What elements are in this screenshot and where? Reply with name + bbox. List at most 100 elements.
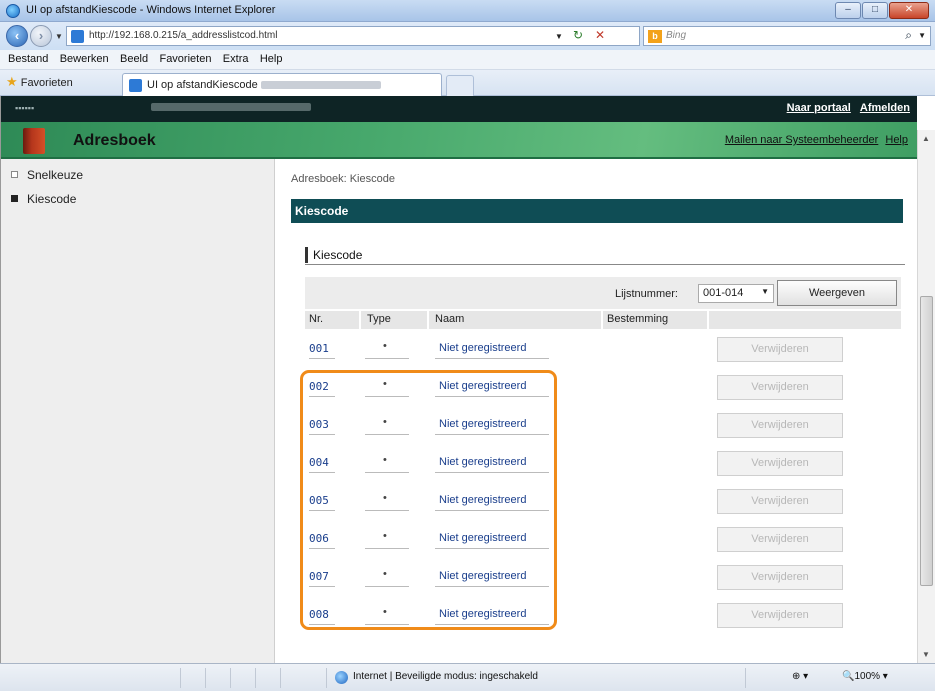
help-link[interactable]: Help bbox=[885, 134, 908, 146]
delete-button[interactable]: Verwijderen bbox=[717, 375, 843, 400]
delete-button[interactable]: Verwijderen bbox=[717, 451, 843, 476]
window-title: UI op afstandKiescode - Windows Internet… bbox=[26, 4, 276, 16]
row-type: • bbox=[383, 568, 387, 580]
forward-button[interactable]: › bbox=[30, 25, 52, 47]
address-toolbar: ‹ › ▼ http://192.168.0.215/a_addresslist… bbox=[0, 22, 935, 50]
row-name-link[interactable]: Niet geregistreerd bbox=[439, 380, 526, 392]
tab-site-icon bbox=[129, 79, 142, 92]
menu-beeld[interactable]: Beeld bbox=[116, 50, 152, 68]
list-number-select[interactable]: 001-014 ▼ bbox=[698, 284, 774, 303]
bullet-active-icon bbox=[11, 195, 18, 202]
url-field[interactable]: http://192.168.0.215/a_addresslistcod.ht… bbox=[66, 26, 640, 46]
row-name-link[interactable]: Niet geregistreerd bbox=[439, 418, 526, 430]
row-name-link[interactable]: Niet geregistreerd bbox=[439, 342, 526, 354]
bing-icon: b bbox=[648, 30, 662, 43]
table-row: 006 • Niet geregistreerd Verwijderen bbox=[305, 521, 901, 559]
row-name-link[interactable]: Niet geregistreerd bbox=[439, 456, 526, 468]
portal-link[interactable]: Naar portaal bbox=[787, 102, 851, 114]
row-number-link[interactable]: 006 bbox=[309, 532, 329, 545]
col-naam: Naam bbox=[435, 313, 465, 325]
stop-icon[interactable]: ✕ bbox=[595, 28, 605, 42]
main-content: Adresboek: Kiescode Kiescode Kiescode Li… bbox=[287, 159, 907, 663]
row-name-link[interactable]: Niet geregistreerd bbox=[439, 608, 526, 620]
scroll-up-icon[interactable]: ▲ bbox=[922, 134, 930, 143]
scroll-thumb[interactable] bbox=[920, 296, 933, 586]
show-button[interactable]: Weergeven bbox=[777, 280, 897, 306]
menu-bar: Bestand Bewerken Beeld Favorieten Extra … bbox=[0, 50, 935, 70]
search-placeholder: Bing bbox=[666, 30, 687, 41]
status-bar: Internet | Beveiligde modus: ingeschakel… bbox=[0, 663, 935, 691]
browser-tab[interactable]: UI op afstandKiescode bbox=[122, 73, 442, 96]
security-zone-text: Internet | Beveiligde modus: ingeschakel… bbox=[353, 671, 538, 682]
minimize-button[interactable]: – bbox=[835, 2, 861, 19]
menu-bewerken[interactable]: Bewerken bbox=[56, 50, 113, 68]
search-dropdown-icon[interactable]: ▼ bbox=[918, 31, 926, 40]
favorites-button[interactable]: ★ Favorieten bbox=[6, 74, 73, 90]
table-row: 002 • Niet geregistreerd Verwijderen bbox=[305, 369, 901, 407]
list-selector-bar: Lijstnummer: 001-014 ▼ Weergeven bbox=[305, 277, 901, 309]
row-type: • bbox=[383, 340, 387, 352]
back-button[interactable]: ‹ bbox=[6, 25, 28, 47]
subheader: Kiescode bbox=[305, 247, 905, 265]
sidebar-item-snelkeuze[interactable]: Snelkeuze bbox=[27, 168, 83, 182]
subheader-title: Kiescode bbox=[313, 248, 363, 262]
new-tab-button[interactable] bbox=[446, 75, 474, 96]
close-button[interactable]: ✕ bbox=[889, 2, 929, 19]
sidebar-item-kiescode[interactable]: Kiescode bbox=[27, 192, 76, 206]
delete-button[interactable]: Verwijderen bbox=[717, 337, 843, 362]
bullet-icon bbox=[11, 171, 18, 178]
tab-label: UI op afstandKiescode bbox=[147, 79, 381, 91]
protected-mode-icon[interactable]: ⊕ ▾ bbox=[792, 671, 808, 682]
ie-logo-icon bbox=[6, 4, 20, 18]
banner-links: Mailen naar Systeembeheerder Help bbox=[721, 134, 908, 146]
mail-admin-link[interactable]: Mailen naar Systeembeheerder bbox=[725, 134, 878, 146]
url-dropdown-icon[interactable]: ▼ bbox=[555, 32, 563, 41]
delete-button[interactable]: Verwijderen bbox=[717, 603, 843, 628]
menu-bestand[interactable]: Bestand bbox=[4, 50, 52, 68]
scroll-down-icon[interactable]: ▼ bbox=[922, 650, 930, 659]
table-row: 007 • Niet geregistreerd Verwijderen bbox=[305, 559, 901, 597]
row-name-link[interactable]: Niet geregistreerd bbox=[439, 570, 526, 582]
row-number-link[interactable]: 002 bbox=[309, 380, 329, 393]
delete-button[interactable]: Verwijderen bbox=[717, 527, 843, 552]
row-number-link[interactable]: 001 bbox=[309, 342, 329, 355]
col-separator bbox=[707, 311, 709, 329]
menu-extra[interactable]: Extra bbox=[219, 50, 253, 68]
site-icon bbox=[71, 30, 84, 43]
menu-favorieten[interactable]: Favorieten bbox=[155, 50, 215, 68]
refresh-icon[interactable]: ↻ bbox=[573, 28, 583, 42]
banner-title: Adresboek bbox=[73, 132, 156, 149]
delete-button[interactable]: Verwijderen bbox=[717, 489, 843, 514]
address-book-icon bbox=[23, 128, 45, 154]
internet-zone-icon bbox=[335, 671, 348, 684]
delete-button[interactable]: Verwijderen bbox=[717, 565, 843, 590]
row-type: • bbox=[383, 606, 387, 618]
delete-button[interactable]: Verwijderen bbox=[717, 413, 843, 438]
zoom-control[interactable]: 🔍100% ▾ bbox=[842, 671, 888, 682]
row-name-link[interactable]: Niet geregistreerd bbox=[439, 494, 526, 506]
row-type: • bbox=[383, 530, 387, 542]
row-number-link[interactable]: 003 bbox=[309, 418, 329, 431]
row-number-link[interactable]: 005 bbox=[309, 494, 329, 507]
col-separator bbox=[427, 311, 429, 329]
window-controls: – □ ✕ bbox=[835, 2, 929, 19]
table-row: 004 • Niet geregistreerd Verwijderen bbox=[305, 445, 901, 483]
table-row: 008 • Niet geregistreerd Verwijderen bbox=[305, 597, 901, 635]
device-bar: ▪▪▪▪▪▪ Naar portaal Afmelden bbox=[1, 96, 917, 122]
logout-link[interactable]: Afmelden bbox=[860, 102, 910, 114]
web-page: ▪▪▪▪▪▪ Naar portaal Afmelden Adresboek M… bbox=[0, 96, 917, 663]
row-number-link[interactable]: 008 bbox=[309, 608, 329, 621]
search-icon[interactable]: ⌕ bbox=[905, 28, 912, 43]
maximize-button[interactable]: □ bbox=[862, 2, 888, 19]
vertical-scrollbar[interactable]: ▲ ▼ bbox=[917, 130, 935, 663]
row-number-link[interactable]: 004 bbox=[309, 456, 329, 469]
row-name-link[interactable]: Niet geregistreerd bbox=[439, 532, 526, 544]
search-field[interactable]: b Bing ⌕ ▼ bbox=[643, 26, 931, 46]
row-type: • bbox=[383, 492, 387, 504]
menu-help[interactable]: Help bbox=[256, 50, 287, 68]
col-separator bbox=[601, 311, 603, 329]
history-dropdown-icon[interactable]: ▼ bbox=[55, 32, 63, 41]
brand-logo: ▪▪▪▪▪▪ bbox=[15, 103, 35, 113]
row-number-link[interactable]: 007 bbox=[309, 570, 329, 583]
table-row: 001 • Niet geregistreerd Verwijderen bbox=[305, 331, 901, 369]
